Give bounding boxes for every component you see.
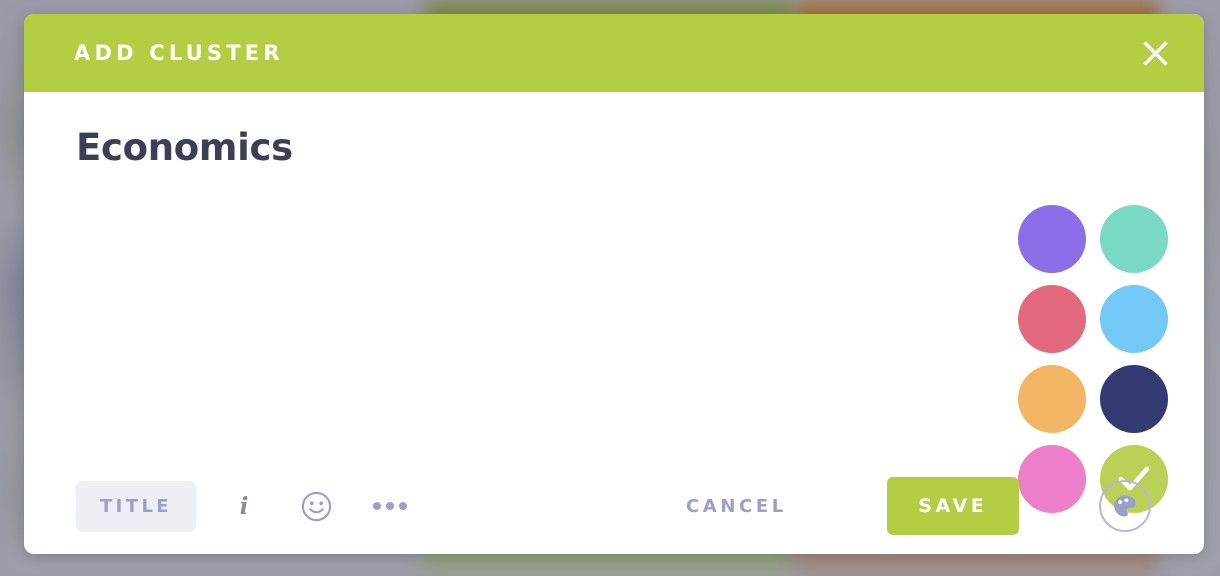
cluster-name-input[interactable]: Economics: [76, 127, 1204, 169]
title-style-button[interactable]: TITLE: [76, 480, 196, 532]
save-button[interactable]: SAVE: [886, 477, 1019, 535]
ellipsis-icon: [373, 502, 407, 510]
dialog-footer: TITLE i CANCEL SAVE: [24, 458, 1204, 554]
dialog-body: Economics: [24, 92, 1204, 513]
footer-actions: CANCEL SAVE: [664, 458, 1019, 554]
color-swatch-sky-blue[interactable]: [1100, 285, 1168, 353]
italic-button[interactable]: i: [216, 481, 272, 532]
palette-icon: [1114, 495, 1136, 517]
color-swatch-rose[interactable]: [1018, 285, 1086, 353]
close-button[interactable]: [1132, 30, 1178, 76]
color-swatch-teal[interactable]: [1100, 205, 1168, 273]
format-toolbar: TITLE i: [24, 480, 418, 532]
smiley-face-icon: [301, 491, 331, 521]
close-icon: [1142, 40, 1168, 66]
add-cluster-dialog: ADD CLUSTER Economics TITLE i CANCEL SAV…: [24, 14, 1204, 554]
color-swatch-purple[interactable]: [1018, 205, 1086, 273]
dialog-header: ADD CLUSTER: [24, 14, 1204, 92]
palette-button[interactable]: [1099, 480, 1151, 532]
emoji-button[interactable]: [288, 481, 344, 532]
dialog-title: ADD CLUSTER: [74, 41, 284, 65]
more-options-button[interactable]: [362, 481, 418, 532]
color-swatch-navy[interactable]: [1100, 365, 1168, 433]
color-swatch-orange[interactable]: [1018, 365, 1086, 433]
cancel-button[interactable]: CANCEL: [664, 482, 809, 531]
